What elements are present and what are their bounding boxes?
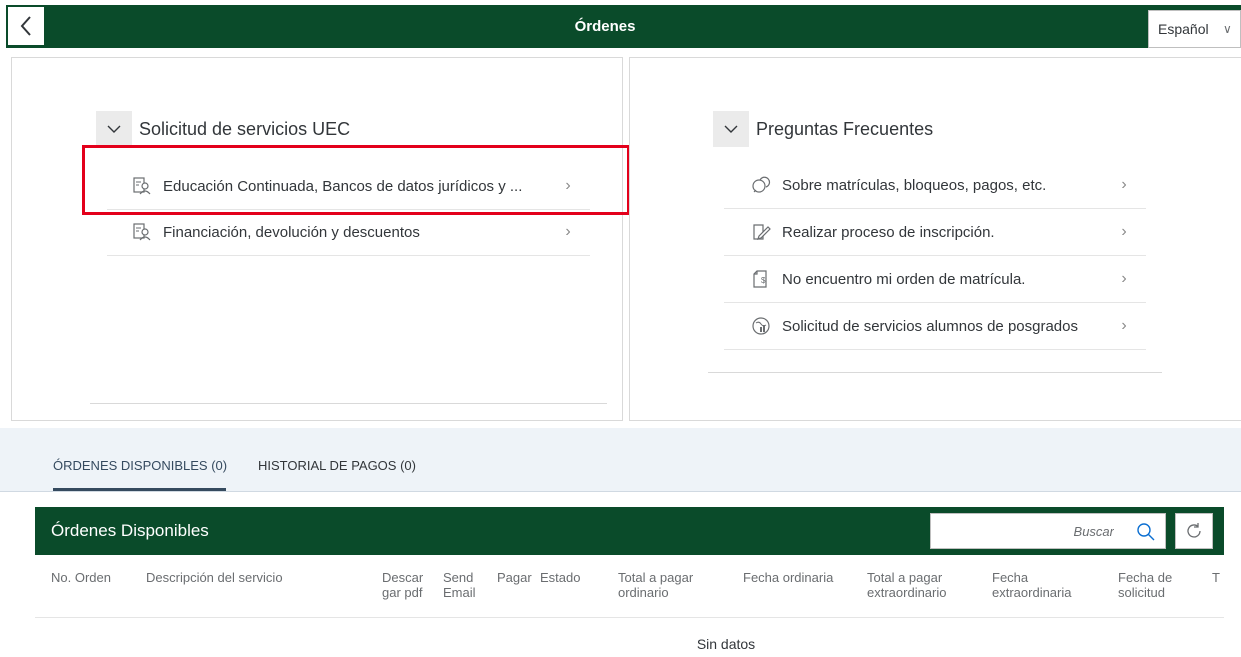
services-group-title: Solicitud de servicios UEC [139, 118, 351, 139]
chevron-down-icon [724, 125, 738, 133]
list-item-matriculas[interactable]: Sobre matrículas, bloqueos, pagos, etc. … [724, 162, 1146, 209]
divider [708, 372, 1162, 373]
column-header-fecha-ordinaria[interactable]: Fecha ordinaria [743, 570, 833, 585]
services-group-header[interactable]: Solicitud de servicios UEC [96, 111, 350, 147]
highlight-annotation [82, 145, 630, 215]
list-item-label: No encuentro mi orden de matrícula. [782, 270, 1026, 288]
expand-toggle-button[interactable] [96, 111, 132, 147]
tab-ordenes-disponibles[interactable]: ÓRDENES DISPONIBLES (0) [53, 458, 227, 473]
chevron-right-icon: › [1121, 223, 1127, 240]
list-item-financiacion[interactable]: Financiación, devolución y descuentos › [107, 209, 590, 256]
list-item-label: Financiación, devolución y descuentos [163, 223, 420, 241]
faq-group-title: Preguntas Frecuentes [756, 118, 934, 139]
language-select-value: Español [1158, 21, 1209, 37]
column-header-fecha-extraordinaria[interactable]: Fecha extraordinaria [992, 570, 1072, 600]
chevron-down-icon: ∨ [1223, 22, 1232, 36]
faq-group-header[interactable]: Preguntas Frecuentes [713, 111, 933, 147]
empty-table-message: Sin datos [696, 636, 756, 652]
search-input[interactable] [931, 514, 1126, 548]
search-icon[interactable] [1136, 522, 1156, 542]
expand-toggle-button[interactable] [713, 111, 749, 147]
list-item-label: Sobre matrículas, bloqueos, pagos, etc. [782, 176, 1047, 194]
column-header-send-email[interactable]: Send Email [443, 570, 476, 600]
refresh-icon [1187, 523, 1201, 538]
list-item-label: Realizar proceso de inscripción. [782, 223, 995, 241]
chevron-down-icon [107, 125, 121, 133]
table-toolbar: Órdenes Disponibles [35, 507, 1224, 555]
discussion-icon [750, 174, 772, 196]
column-header-fecha-solicitud[interactable]: Fecha de solicitud [1118, 570, 1172, 600]
refresh-button[interactable] [1175, 513, 1213, 549]
list-item-label: Solicitud de servicios alumnos de posgra… [782, 317, 1078, 335]
page-title: Órdenes [574, 18, 636, 35]
column-header-estado[interactable]: Estado [540, 570, 580, 585]
chevron-right-icon: › [1121, 317, 1127, 334]
table-header-row: No. Orden Descripción del servicio Desca… [35, 555, 1224, 618]
edit-document-icon [750, 221, 772, 243]
money-document-icon: $ [750, 268, 772, 290]
tab-historial-pagos[interactable]: HISTORIAL DE PAGOS (0) [258, 458, 416, 473]
table-title: Órdenes Disponibles [51, 521, 209, 540]
list-item-inscripcion[interactable]: Realizar proceso de inscripción. › [724, 209, 1146, 256]
chevron-right-icon: › [1121, 270, 1127, 287]
svg-text:$: $ [761, 276, 766, 285]
divider [90, 403, 607, 404]
tab-bar: ÓRDENES DISPONIBLES (0) HISTORIAL DE PAG… [0, 428, 1241, 492]
column-header-total-extraordinario[interactable]: Total a pagar extraordinario [867, 570, 947, 600]
column-header-descargar-pdf[interactable]: Descar gar pdf [382, 570, 423, 600]
globe-chart-icon [750, 315, 772, 337]
column-header-descripcion[interactable]: Descripción del servicio [146, 570, 283, 585]
chevron-right-icon: › [565, 223, 571, 240]
column-header-truncated[interactable]: T [1212, 570, 1220, 585]
column-header-no-orden[interactable]: No. Orden [51, 570, 111, 585]
chevron-right-icon: › [1121, 176, 1127, 193]
shell-header: Órdenes Español ∨ [0, 0, 1241, 50]
language-select[interactable]: Español ∨ [1148, 10, 1241, 48]
document-person-icon [131, 221, 153, 243]
list-item-orden-matricula[interactable]: $ No encuentro mi orden de matrícula. › [724, 256, 1146, 303]
column-header-pagar[interactable]: Pagar [497, 570, 532, 585]
list-item-posgrados[interactable]: Solicitud de servicios alumnos de posgra… [724, 303, 1146, 350]
active-tab-indicator [53, 488, 226, 491]
search-field[interactable] [930, 513, 1166, 549]
column-header-total-ordinario[interactable]: Total a pagar ordinario [618, 570, 693, 600]
